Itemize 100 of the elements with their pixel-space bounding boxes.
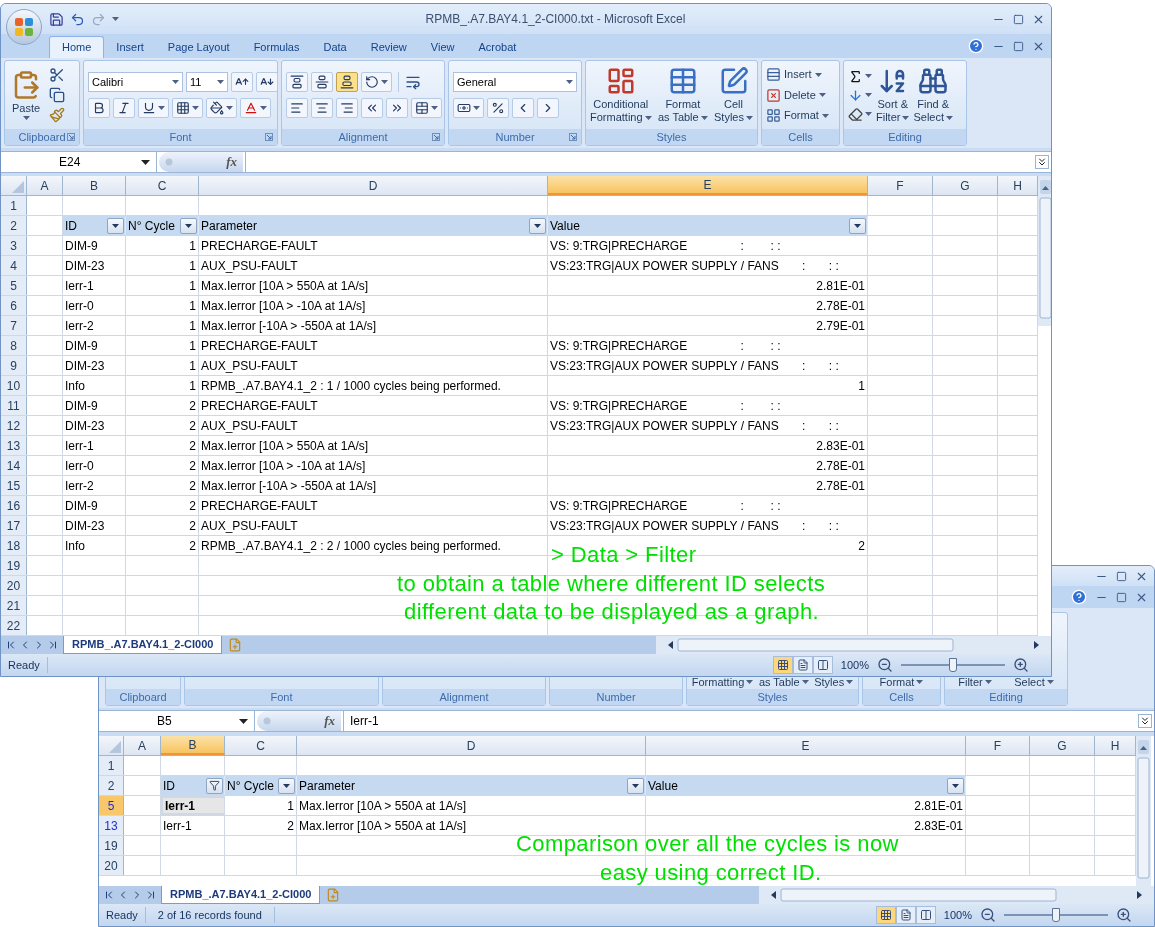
view-button[interactable] [772,656,793,674]
sheet-tab[interactable]: RPMB_.A7.BAY4.1_2-CI000 [63,636,223,654]
name-box[interactable]: B5 [99,711,255,731]
filter-dropdown-button[interactable] [627,777,644,794]
ribbon-button[interactable]: as Table [758,675,809,689]
style-button[interactable]: Format as Table [657,66,708,124]
maximize-icon[interactable] [1116,591,1127,603]
align-middle-button[interactable] [311,72,333,92]
row-header[interactable]: 16 [1,496,27,515]
last-sheet-icon[interactable] [47,639,59,651]
ribbon-tab[interactable]: View [418,36,467,58]
zoom-level[interactable]: 100% [943,906,972,924]
zoom-in-icon[interactable] [1116,907,1132,923]
row-header[interactable]: 15 [1,476,27,495]
paste-button[interactable]: Paste [9,69,43,121]
align-center-button[interactable] [311,98,333,118]
zoom-out-icon[interactable] [877,657,893,673]
grow-font-button[interactable] [231,72,253,92]
filter-dropdown-button[interactable] [107,217,124,234]
ribbon-tab[interactable]: Page Layout [155,36,242,58]
filter-dropdown-button[interactable] [180,217,197,234]
ribbon-button[interactable]: Format [879,675,924,689]
row-header[interactable]: 19 [99,836,124,855]
scissors-icon[interactable] [49,67,65,83]
vertical-scrollbar[interactable] [1136,736,1151,886]
horizontal-scrollbar[interactable] [759,886,1154,904]
align-right-button[interactable] [336,98,358,118]
fill-bucket-button[interactable] [206,98,237,118]
banknote-button[interactable] [453,98,484,118]
column-header[interactable]: G [933,176,998,195]
row-header[interactable]: 19 [1,556,27,575]
row-header[interactable]: 5 [1,276,27,295]
row-header[interactable]: 14 [1,456,27,475]
copy-icon[interactable] [49,87,65,103]
borders-button[interactable] [172,98,203,118]
column-header[interactable]: E [646,736,966,755]
column-header[interactable]: B [63,176,126,195]
expand-icon[interactable] [1138,714,1152,728]
zoom-out-icon[interactable] [980,907,996,923]
filter-dropdown-button[interactable] [278,777,295,794]
formula-field[interactable]: Ierr-1 [343,711,1136,731]
column-header[interactable]: G [1030,736,1095,755]
dialog-launcher-icon[interactable] [432,133,440,141]
column-header[interactable]: B [161,736,225,755]
function-button[interactable]: fx [257,711,341,731]
merge-button[interactable] [411,98,442,118]
italic-button[interactable] [113,98,135,118]
help-icon[interactable] [968,38,984,54]
undo-icon[interactable] [70,11,85,27]
filter-dropdown-button[interactable] [206,777,223,794]
editing-button[interactable]: Find & Select [913,66,954,124]
align-bottom-button[interactable] [336,72,358,92]
view-button[interactable] [812,656,833,674]
style-button[interactable]: Cell Styles [714,66,753,124]
column-header[interactable]: F [966,736,1030,755]
maximize-icon[interactable] [1013,13,1024,25]
ribbon-button[interactable]: Formatting [691,675,754,689]
row-header[interactable]: 13 [99,816,124,835]
ribbon-tab[interactable]: Data [311,36,359,58]
row-header[interactable]: 1 [1,196,27,215]
row-header[interactable]: 6 [1,296,27,315]
paintbrush-icon[interactable] [49,107,65,123]
maximize-icon[interactable] [1013,40,1024,52]
number-format-dropdown[interactable]: General [453,72,577,92]
row-header[interactable]: 20 [99,856,124,875]
row-header[interactable]: 2 [99,776,124,795]
expand-icon[interactable] [1035,155,1049,169]
row-header[interactable]: 2 [1,216,27,235]
decimal-increase-button[interactable] [512,98,534,118]
indent-increase-button[interactable] [386,98,408,118]
decimal-decrease-button[interactable] [537,98,559,118]
filter-dropdown-button[interactable] [529,217,546,234]
slider-thumb[interactable] [949,658,957,672]
wrap-text-icon[interactable] [405,74,421,90]
dialog-launcher-icon[interactable] [569,133,577,141]
column-header[interactable]: D [297,736,646,755]
ribbon-tab[interactable]: Home [49,36,105,58]
view-button[interactable] [875,906,896,924]
ribbon-button[interactable]: Filter [958,675,992,689]
zoom-in-icon[interactable] [1013,657,1029,673]
column-header[interactable]: C [126,176,199,195]
column-header[interactable]: E [548,176,868,195]
first-sheet-icon[interactable] [5,639,17,651]
row-header[interactable]: 11 [1,396,27,415]
underline-button[interactable] [138,98,169,118]
row-header[interactable]: 10 [1,376,27,395]
dialog-launcher-icon[interactable] [265,133,273,141]
style-button[interactable]: Conditional Formatting [590,66,652,124]
row-header[interactable]: 7 [1,316,27,335]
name-box[interactable]: E24 [1,152,157,172]
row-header[interactable]: 21 [1,596,27,615]
autosum-button[interactable] [848,68,872,84]
view-button[interactable] [915,906,936,924]
view-button[interactable] [895,906,916,924]
clear-button[interactable] [848,106,872,122]
font-color-button[interactable] [240,98,271,118]
slider-thumb[interactable] [1052,908,1060,922]
indent-decrease-button[interactable] [361,98,383,118]
zoom-level[interactable]: 100% [840,656,869,674]
filter-dropdown-button[interactable] [947,777,964,794]
